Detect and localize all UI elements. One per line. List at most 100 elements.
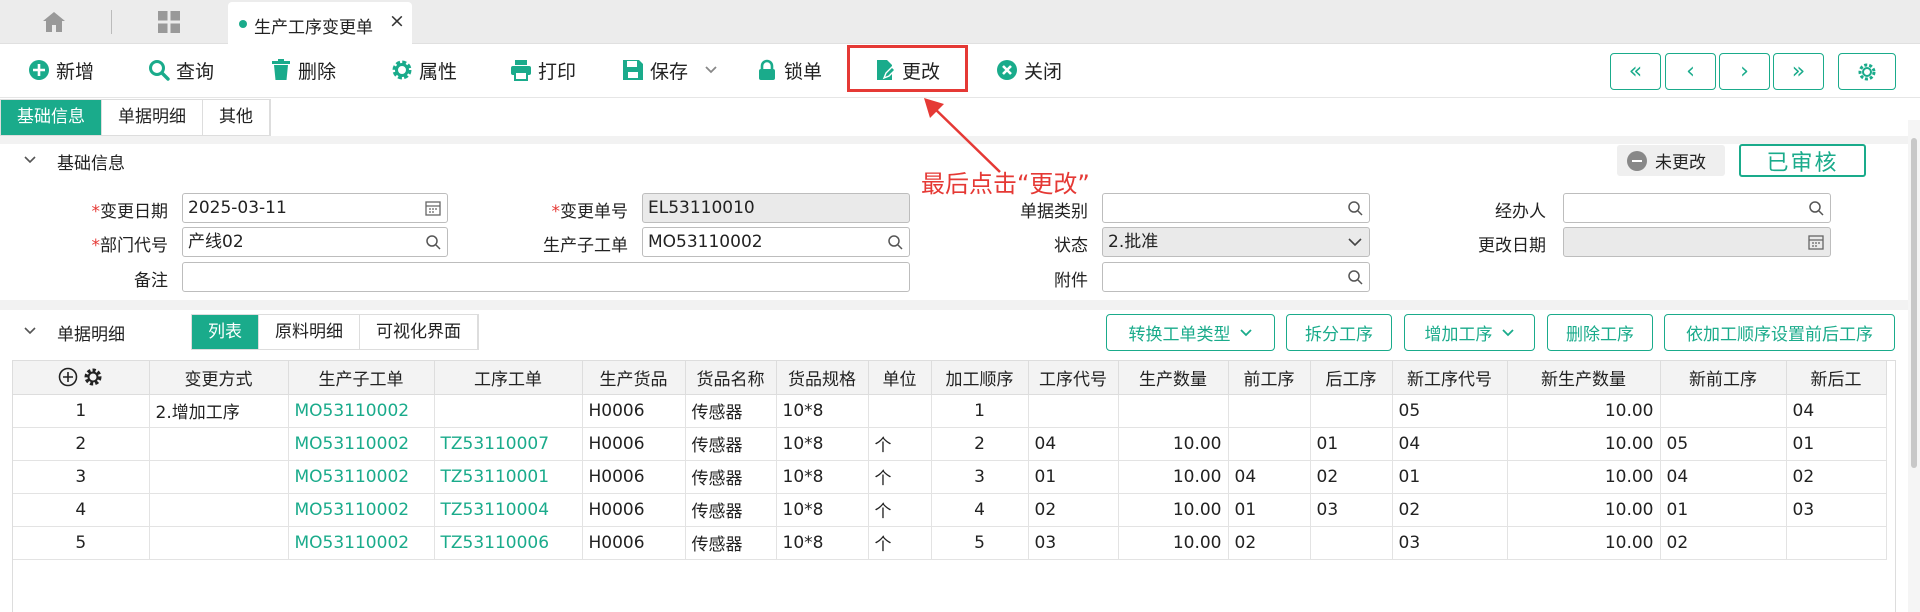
table-cell	[1028, 394, 1119, 428]
tab-document-detail[interactable]: 单据明细	[102, 100, 203, 135]
modify-date-field[interactable]	[1563, 227, 1831, 257]
table-cell: 10.00	[1118, 427, 1229, 461]
table-cell: 03	[1028, 526, 1119, 560]
query-button[interactable]: 查询	[148, 56, 214, 84]
search-icon[interactable]	[887, 234, 903, 250]
search-icon[interactable]	[425, 234, 441, 250]
delete-button[interactable]: 删除	[270, 56, 336, 84]
dept-field[interactable]: 产线02	[182, 227, 448, 257]
collapse-chevron-icon[interactable]	[22, 152, 38, 168]
column-header[interactable]: 货品规格	[776, 361, 869, 395]
reorder-process-button[interactable]: 依加工顺序设置前后工序	[1664, 314, 1895, 351]
print-button[interactable]: 打印	[510, 56, 576, 84]
table-cell[interactable]: MO53110002	[288, 460, 435, 494]
delete-process-button[interactable]: 删除工序	[1547, 314, 1653, 351]
table-row[interactable]: 1 2.增加工序 MO53110002 H0006 传感器 10*8 1 05 10.00 04	[13, 394, 1887, 428]
table-cell: 传感器	[685, 526, 777, 560]
table-cell[interactable]: MO53110002	[288, 493, 435, 527]
change-date-field[interactable]: 2025-03-11	[182, 193, 448, 223]
change-no-field[interactable]: EL53110010	[642, 193, 910, 223]
home-icon[interactable]	[42, 11, 66, 33]
table-cell[interactable]: MO53110002	[288, 526, 435, 560]
handler-field[interactable]	[1563, 193, 1831, 223]
column-header[interactable]: 生产子工单	[288, 361, 435, 395]
column-header[interactable]: 后工序	[1310, 361, 1393, 395]
table-cell[interactable]: MO53110002	[288, 427, 435, 461]
approved-stamp: 已审核	[1739, 144, 1866, 177]
table-cell[interactable]: TZ53110006	[434, 526, 583, 560]
scrollbar-thumb[interactable]	[1911, 138, 1917, 468]
convert-order-type-button[interactable]: 转换工单类型	[1106, 314, 1275, 351]
split-process-button[interactable]: 拆分工序	[1286, 314, 1392, 351]
table-cell[interactable]: MO53110002	[288, 394, 435, 428]
close-tab-icon[interactable]: ×	[389, 10, 405, 32]
table-cell: H0006	[582, 427, 686, 461]
attach-field[interactable]	[1102, 262, 1370, 292]
table-cell[interactable]: TZ53110001	[434, 460, 583, 494]
table-cell: 02	[1028, 493, 1119, 527]
sub-order-field[interactable]: MO53110002	[642, 227, 910, 257]
add-row-icon[interactable]	[58, 367, 78, 387]
column-header[interactable]: 货品名称	[685, 361, 777, 395]
last-record-button[interactable]: »	[1773, 53, 1824, 90]
save-button[interactable]: 保存	[622, 56, 718, 84]
table-row[interactable]: 4 MO53110002 TZ53110004 H0006 传感器 10*8 个 4 02 10.…	[13, 493, 1887, 527]
table-cell[interactable]: TZ53110007	[434, 427, 583, 461]
column-settings-icon[interactable]	[83, 367, 103, 387]
table-cell: 01	[1660, 493, 1787, 527]
chevron-down-icon[interactable]	[1347, 234, 1363, 250]
tab-production-process-change[interactable]: 生产工序变更单 ×	[228, 2, 412, 44]
column-header[interactable]: 新前工序	[1660, 361, 1787, 395]
tab-material-detail[interactable]: 原料明细	[259, 315, 360, 349]
tab-visual-view[interactable]: 可视化界面	[360, 315, 478, 349]
gear-icon	[392, 60, 412, 80]
first-record-button[interactable]: «	[1610, 53, 1661, 90]
table-row[interactable]: 3 MO53110002 TZ53110001 H0006 传感器 10*8 个 3 01 10.…	[13, 460, 1887, 494]
column-header[interactable]: 新生产数量	[1507, 361, 1661, 395]
row-number: 3	[13, 460, 150, 494]
tab-list[interactable]: 列表	[192, 315, 259, 349]
search-icon[interactable]	[1347, 200, 1363, 216]
close-button[interactable]: 关闭	[996, 56, 1062, 84]
column-header[interactable]: 生产数量	[1118, 361, 1229, 395]
doc-type-field[interactable]	[1102, 193, 1370, 223]
attach-label: 附件	[1054, 271, 1088, 291]
double-chevron-right-icon: »	[1791, 59, 1806, 84]
search-icon[interactable]	[1347, 269, 1363, 285]
prev-record-button[interactable]: ‹	[1665, 53, 1716, 90]
table-cell	[1660, 394, 1787, 428]
settings-button[interactable]	[1838, 53, 1896, 90]
collapse-chevron-icon[interactable]	[22, 323, 38, 339]
lock-button[interactable]: 锁单	[756, 56, 822, 84]
vertical-scrollbar[interactable]	[1908, 120, 1920, 612]
status-select[interactable]: 2.批准	[1102, 227, 1370, 257]
column-header[interactable]: 新工序代号	[1392, 361, 1508, 395]
properties-label: 属性	[419, 60, 458, 83]
table-row[interactable]: 5 MO53110002 TZ53110006 H0006 传感器 10*8 个 5 03 10.…	[13, 526, 1887, 560]
properties-button[interactable]: 属性	[391, 56, 457, 84]
tab-other[interactable]: 其他	[203, 100, 270, 135]
column-header[interactable]: 新后工	[1786, 361, 1887, 395]
column-header[interactable]: 变更方式	[149, 361, 289, 395]
new-button[interactable]: 新增	[28, 56, 94, 84]
table-row[interactable]: 2 MO53110002 TZ53110007 H0006 传感器 10*8 个 2 04 10.…	[13, 427, 1887, 461]
column-header[interactable]: 生产货品	[582, 361, 686, 395]
table-cell: 10.00	[1118, 460, 1229, 494]
search-icon[interactable]	[1808, 200, 1824, 216]
column-header[interactable]: 前工序	[1228, 361, 1311, 395]
table-cell: 3	[931, 460, 1029, 494]
apps-grid-icon[interactable]	[158, 11, 180, 33]
row-actions-header[interactable]	[13, 361, 150, 395]
chevron-down-icon[interactable]	[704, 63, 718, 77]
column-header[interactable]: 工序代号	[1028, 361, 1119, 395]
column-header[interactable]: 单位	[868, 361, 932, 395]
calendar-icon[interactable]	[425, 200, 441, 216]
calendar-icon[interactable]	[1808, 234, 1824, 250]
add-process-button[interactable]: 增加工序	[1404, 314, 1535, 351]
remark-field[interactable]	[182, 262, 910, 292]
next-record-button[interactable]: ›	[1719, 53, 1770, 90]
tab-basic-info[interactable]: 基础信息	[1, 100, 102, 135]
column-header[interactable]: 工序工单	[434, 361, 583, 395]
column-header[interactable]: 加工顺序	[931, 361, 1029, 395]
table-cell[interactable]: TZ53110004	[434, 493, 583, 527]
